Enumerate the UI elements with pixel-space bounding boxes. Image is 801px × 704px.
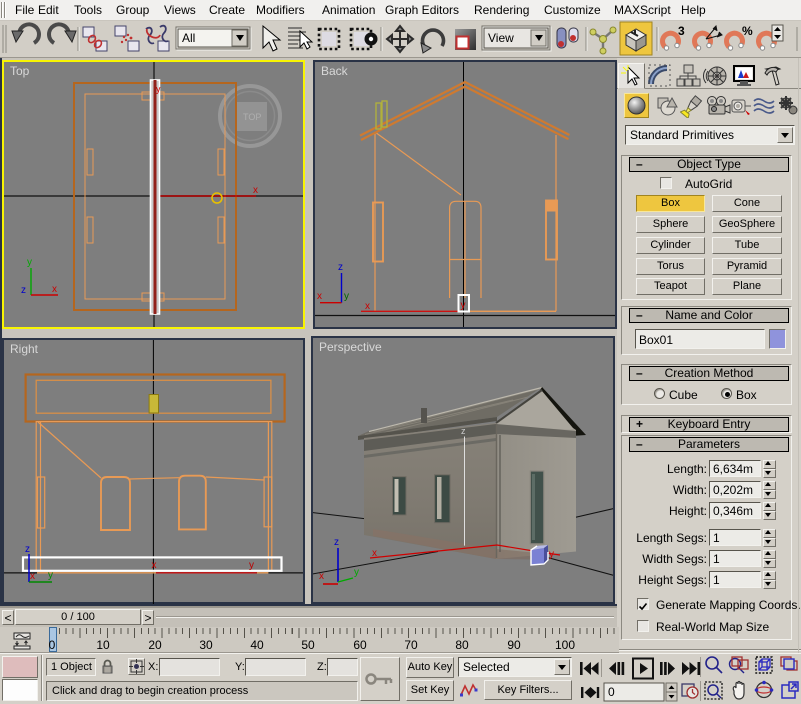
svg-text:z: z — [25, 544, 30, 555]
svg-text:y: y — [344, 291, 349, 302]
svg-text:y: y — [48, 570, 53, 581]
svg-text:x: x — [253, 185, 258, 196]
svg-text:x: x — [52, 284, 57, 295]
svg-text:z: z — [338, 262, 343, 273]
svg-text:y: y — [461, 300, 466, 311]
svg-text:x: x — [152, 560, 157, 571]
svg-text:All: All — [182, 31, 195, 45]
svg-text:x: x — [30, 571, 35, 582]
svg-text:y: y — [27, 257, 32, 268]
svg-text:TOP: TOP — [243, 112, 261, 122]
svg-text:y: y — [354, 567, 359, 578]
svg-text:z: z — [334, 537, 339, 548]
svg-text:x: x — [365, 301, 370, 312]
svg-text:x: x — [319, 571, 324, 582]
svg-text:z: z — [461, 426, 466, 436]
svg-text:x: x — [317, 291, 322, 302]
svg-text:y: y — [249, 560, 254, 571]
svg-text:View: View — [488, 31, 514, 45]
svg-text:x: x — [372, 548, 377, 559]
svg-text:y: y — [156, 84, 161, 94]
svg-text:3: 3 — [678, 24, 685, 38]
svg-text:y: y — [549, 549, 554, 560]
svg-text:z: z — [21, 285, 26, 296]
svg-text:0: 0 — [608, 685, 615, 699]
svg-text:%: % — [742, 24, 753, 38]
